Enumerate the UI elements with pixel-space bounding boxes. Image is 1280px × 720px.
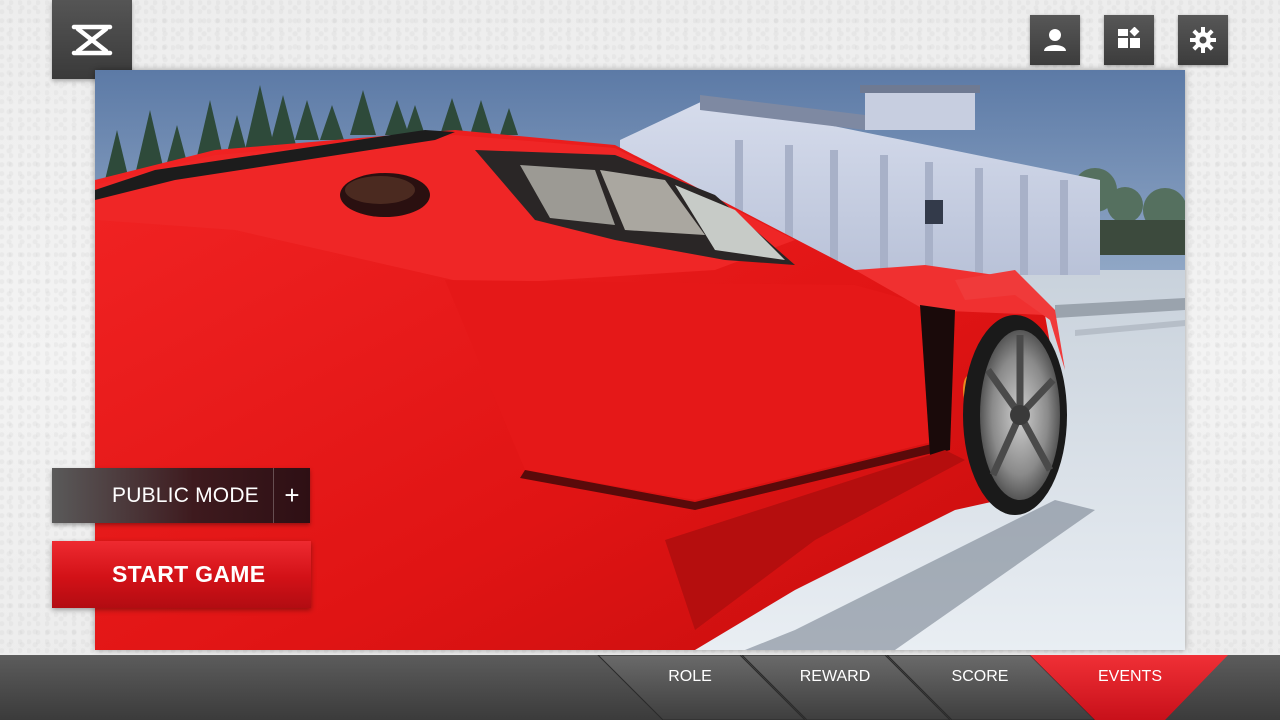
- app-logo: [52, 0, 132, 79]
- mode-label: PUBLIC MODE: [112, 483, 259, 507]
- grid-button[interactable]: [1104, 15, 1154, 65]
- mode-selector[interactable]: PUBLIC MODE +: [52, 468, 310, 523]
- profile-button[interactable]: [1030, 15, 1080, 65]
- add-mode-button[interactable]: +: [273, 468, 310, 523]
- tab-score[interactable]: SCORE: [910, 655, 1050, 698]
- settings-button[interactable]: [1178, 15, 1228, 65]
- start-game-button[interactable]: START GAME: [52, 541, 311, 608]
- start-game-label: START GAME: [112, 561, 266, 587]
- capcut-logo-icon: [71, 24, 113, 55]
- tab-events[interactable]: EVENTS: [1060, 655, 1200, 698]
- gear-icon: [1190, 27, 1216, 53]
- tab-role[interactable]: ROLE: [620, 655, 760, 698]
- grid-icon: [1118, 27, 1140, 48]
- bottom-tabs: ROLE REWARD SCORE EVENTS: [0, 655, 1280, 720]
- tab-reward[interactable]: REWARD: [765, 655, 905, 698]
- profile-icon: [1044, 29, 1066, 51]
